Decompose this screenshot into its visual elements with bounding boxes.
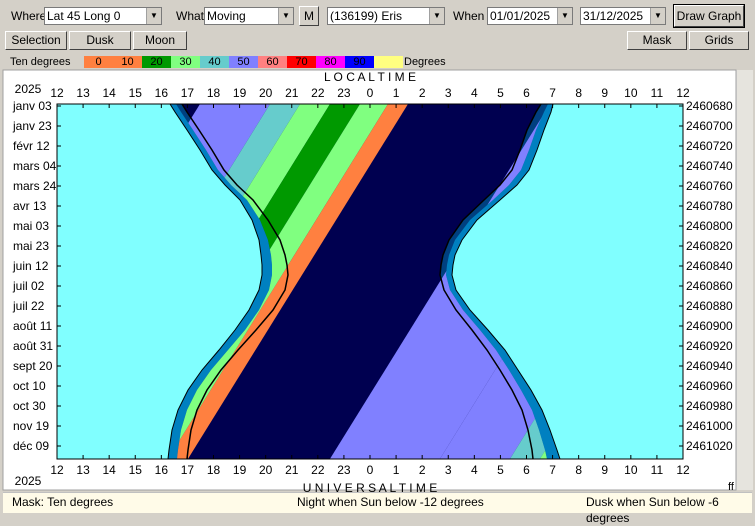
date-tick-label: mai 03: [13, 219, 49, 233]
jd-tick-label: 2460740: [686, 159, 733, 173]
hour-tick-label: 12: [676, 86, 690, 100]
status-dusk: Dusk when Sun below -6 degrees: [586, 495, 719, 525]
date-tick-label: févr 12: [13, 139, 50, 153]
hour-tick-label: 17: [181, 463, 195, 477]
jd-tick-label: 2460720: [686, 139, 733, 153]
jd-tick-label: 2461020: [686, 439, 733, 453]
hour-tick-label: 20: [259, 463, 273, 477]
hour-tick-label: 14: [102, 463, 116, 477]
visibility-graph[interactable]: L O C A L T I M EU N I V E R S A L T I M…: [0, 0, 755, 514]
jd-tick-label: 2460700: [686, 119, 733, 133]
hour-tick-label: 10: [624, 86, 638, 100]
jd-tick-label: 2460760: [686, 179, 733, 193]
jd-tick-label: 2460900: [686, 319, 733, 333]
hour-tick-label: 12: [50, 463, 64, 477]
jd-tick-label: 2460800: [686, 219, 733, 233]
date-tick-label: juil 22: [12, 299, 45, 313]
hour-tick-label: 18: [207, 463, 221, 477]
hour-tick-label: 0: [367, 463, 374, 477]
hour-tick-label: 18: [207, 86, 221, 100]
hour-tick-label: 15: [129, 86, 143, 100]
hour-tick-label: 22: [311, 86, 325, 100]
date-tick-label: août 31: [13, 339, 53, 353]
hour-tick-label: 5: [497, 86, 504, 100]
hour-tick-label: 4: [471, 86, 478, 100]
hour-tick-label: 10: [624, 463, 638, 477]
hour-tick-label: 23: [337, 86, 351, 100]
hour-tick-label: 14: [102, 86, 116, 100]
jd-tick-label: 2460820: [686, 239, 733, 253]
hour-tick-label: 16: [155, 86, 169, 100]
date-tick-label: sept 20: [13, 359, 53, 373]
hour-tick-label: 4: [471, 463, 478, 477]
hour-tick-label: 19: [233, 86, 247, 100]
date-tick-label: juil 02: [12, 279, 45, 293]
hour-tick-label: 22: [311, 463, 325, 477]
hour-tick-label: 8: [575, 463, 582, 477]
jd-tick-label: 2460880: [686, 299, 733, 313]
jd-tick-label: 2460960: [686, 379, 733, 393]
hour-tick-label: 17: [181, 86, 195, 100]
hour-tick-label: 9: [601, 86, 608, 100]
year-label-bottom: 2025: [15, 474, 42, 488]
status-mask: Mask: Ten degrees: [12, 495, 114, 509]
hour-tick-label: 11: [651, 463, 664, 477]
jd-tick-label: 2460980: [686, 399, 733, 413]
hour-tick-label: 0: [367, 86, 374, 100]
year-label-top: 2025: [15, 82, 42, 96]
jd-tick-label: 2460940: [686, 359, 733, 373]
hour-tick-label: 6: [523, 463, 530, 477]
date-tick-label: mars 24: [13, 179, 57, 193]
hour-tick-label: 23: [337, 463, 351, 477]
hour-tick-label: 12: [676, 463, 690, 477]
hour-tick-label: 6: [523, 86, 530, 100]
date-tick-label: mai 23: [13, 239, 49, 253]
date-tick-label: janv 03: [12, 99, 52, 113]
hour-tick-label: 1: [393, 86, 400, 100]
hour-tick-label: 2: [419, 463, 426, 477]
jd-tick-label: 2460920: [686, 339, 733, 353]
jd-tick-label: 2460680: [686, 99, 733, 113]
date-tick-label: avr 13: [13, 199, 47, 213]
date-tick-label: oct 30: [13, 399, 46, 413]
date-tick-label: déc 09: [13, 439, 49, 453]
date-tick-label: mars 04: [13, 159, 57, 173]
hour-tick-label: 16: [155, 463, 169, 477]
hour-tick-label: 7: [549, 86, 556, 100]
date-tick-label: janv 23: [12, 119, 52, 133]
hour-tick-label: 21: [285, 86, 299, 100]
hour-tick-label: 2: [419, 86, 426, 100]
jd-tick-label: 2460840: [686, 259, 733, 273]
hour-tick-label: 19: [233, 463, 247, 477]
top-axis-title: L O C A L T I M E: [324, 70, 416, 84]
hour-tick-label: 9: [601, 463, 608, 477]
hour-tick-label: 3: [445, 86, 452, 100]
date-tick-label: août 11: [13, 319, 52, 333]
hour-tick-label: 8: [575, 86, 582, 100]
hour-tick-label: 11: [651, 86, 664, 100]
date-tick-label: juin 12: [12, 259, 49, 273]
hour-tick-label: 13: [76, 86, 90, 100]
hour-tick-label: 20: [259, 86, 273, 100]
date-tick-label: oct 10: [13, 379, 46, 393]
hour-tick-label: 21: [285, 463, 299, 477]
hour-tick-label: 13: [76, 463, 90, 477]
vertical-scrollbar[interactable]: [736, 70, 753, 490]
status-night: Night when Sun below -12 degrees: [297, 495, 484, 509]
hour-tick-label: 15: [129, 463, 143, 477]
jd-tick-label: 2460860: [686, 279, 733, 293]
hour-tick-label: 7: [549, 463, 556, 477]
date-tick-label: nov 19: [13, 419, 49, 433]
hour-tick-label: 12: [50, 86, 64, 100]
jd-tick-label: 2460780: [686, 199, 733, 213]
hour-tick-label: 1: [393, 463, 400, 477]
hour-tick-label: 5: [497, 463, 504, 477]
hour-tick-label: 3: [445, 463, 452, 477]
jd-tick-label: 2461000: [686, 419, 733, 433]
